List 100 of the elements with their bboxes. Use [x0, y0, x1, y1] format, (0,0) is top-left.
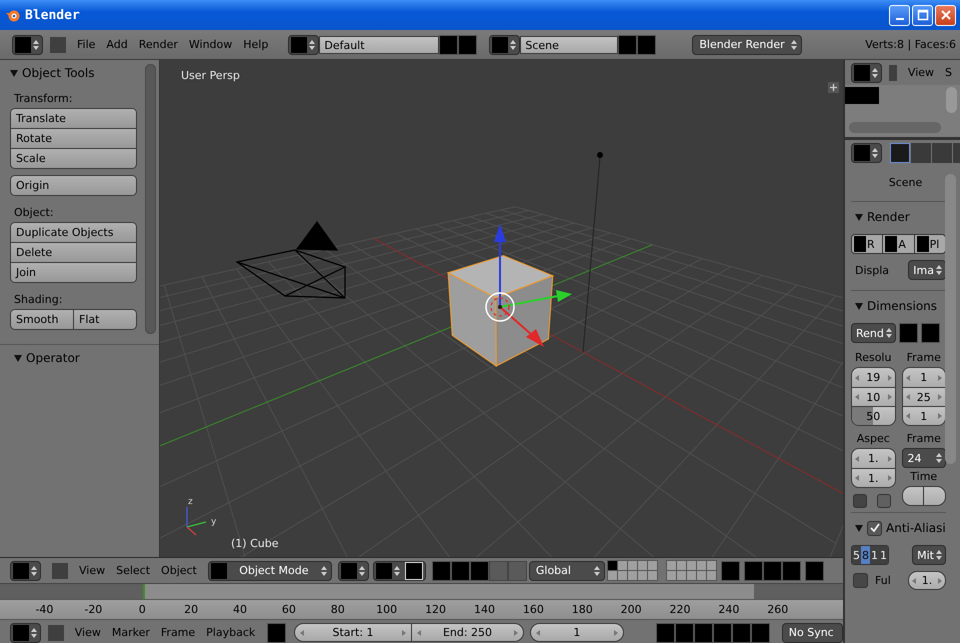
- start-frame-field[interactable]: Start: 1: [294, 623, 412, 642]
- panel-title[interactable]: Anti-Aliasi: [886, 521, 946, 535]
- editor-type-menu[interactable]: [12, 34, 43, 54]
- display-dropdown[interactable]: Ima: [908, 260, 946, 280]
- disclosure-triangle-icon[interactable]: [855, 213, 863, 221]
- screen-layout-menu[interactable]: [288, 34, 320, 54]
- layer-toggle[interactable]: [618, 571, 627, 580]
- collapse-menu-icon[interactable]: [48, 624, 64, 640]
- crop-toggle[interactable]: [877, 494, 891, 508]
- close-button[interactable]: [935, 4, 956, 26]
- tool-button[interactable]: Translate: [11, 109, 136, 128]
- collapse-menu-icon[interactable]: [889, 64, 897, 80]
- panel-title[interactable]: Render: [867, 210, 910, 224]
- next-keyframe-icon[interactable]: [732, 622, 751, 642]
- collapse-menu-icon[interactable]: [50, 36, 66, 52]
- editor-type-menu[interactable]: [851, 62, 882, 82]
- mode-dropdown[interactable]: Object Mode: [208, 560, 332, 580]
- sample-option[interactable]: 1: [879, 546, 888, 564]
- context-tab[interactable]: [890, 143, 910, 163]
- minimize-button[interactable]: [889, 4, 910, 26]
- remove-layout-icon[interactable]: [458, 34, 478, 54]
- aspect-field[interactable]: 1.: [852, 468, 894, 487]
- menu-item[interactable]: Add: [103, 38, 136, 51]
- rotate-manipulator-icon[interactable]: [470, 560, 489, 580]
- panel-title[interactable]: Dimensions: [867, 299, 938, 313]
- layer-toggle[interactable]: [686, 571, 696, 580]
- tool-button[interactable]: Flat: [73, 310, 136, 329]
- add-preset-icon[interactable]: [898, 323, 918, 343]
- filter-size-field[interactable]: 1.: [908, 571, 946, 590]
- play-reverse-icon[interactable]: [694, 622, 713, 642]
- previous-keyframe-icon[interactable]: [674, 622, 694, 642]
- collapse-menu-icon[interactable]: [52, 562, 68, 578]
- panel-title[interactable]: Object Tools: [22, 66, 94, 80]
- render-button[interactable]: R: [852, 235, 882, 253]
- jump-end-icon[interactable]: [750, 622, 770, 642]
- layer-toggle[interactable]: [666, 571, 676, 580]
- layer-toggle[interactable]: [628, 561, 637, 570]
- border-toggle[interactable]: [853, 494, 867, 508]
- preview-range-icon[interactable]: [267, 622, 286, 642]
- cube-drawing[interactable]: [446, 255, 554, 367]
- checkbox[interactable]: [867, 520, 882, 536]
- render-engine-dropdown[interactable]: Blender Render: [692, 34, 802, 54]
- scene-menu[interactable]: [489, 34, 520, 54]
- tool-button[interactable]: Scale: [11, 149, 136, 168]
- manipulator-option-icon[interactable]: [508, 560, 527, 580]
- pivot-point-menu[interactable]: [372, 560, 426, 580]
- aspect-field[interactable]: 1.: [852, 449, 894, 468]
- resolution-percent-slider[interactable]: 50: [852, 406, 894, 425]
- scrollbar[interactable]: [145, 64, 156, 334]
- menu-item[interactable]: Marker: [108, 626, 158, 639]
- current-frame-field[interactable]: 1: [530, 623, 624, 642]
- plus-icon[interactable]: [828, 82, 839, 93]
- layer-toggle[interactable]: [696, 571, 706, 580]
- frame-field[interactable]: 1: [902, 368, 945, 387]
- layer-toggle[interactable]: [686, 561, 696, 570]
- editor-type-menu[interactable]: [10, 560, 41, 580]
- layer-toggle[interactable]: [628, 571, 637, 580]
- frame-field[interactable]: 1: [902, 406, 945, 425]
- tool-button[interactable]: Origin: [11, 176, 136, 195]
- layer-toggle[interactable]: [676, 571, 686, 580]
- menu-item[interactable]: Object: [158, 564, 205, 577]
- remove-preset-icon[interactable]: [920, 323, 940, 343]
- end-frame-field[interactable]: End: 250: [412, 623, 524, 642]
- camera-drawing[interactable]: [236, 220, 347, 299]
- sync-dropdown[interactable]: No Sync: [782, 622, 843, 642]
- layer-toggle[interactable]: [676, 561, 686, 570]
- scrollbar[interactable]: [945, 174, 956, 464]
- layer-toggle[interactable]: [608, 561, 617, 570]
- layer-toggle[interactable]: [666, 561, 676, 570]
- scene-field[interactable]: Scene: [520, 36, 618, 54]
- lock-layer-icon[interactable]: [720, 560, 740, 580]
- remove-scene-icon[interactable]: [637, 34, 656, 54]
- orientation-dropdown[interactable]: Global: [528, 560, 605, 580]
- disclosure-triangle-icon[interactable]: [14, 354, 22, 362]
- sample-option[interactable]: 8: [861, 546, 870, 564]
- layer-toggle[interactable]: [618, 561, 627, 570]
- frame-ruler[interactable]: -40 -20 0 20 40 60 80 100 120 140 160 180 200 220 240 260: [0, 599, 843, 620]
- render-button[interactable]: A: [882, 235, 914, 253]
- play-icon[interactable]: [712, 622, 732, 642]
- maximize-button[interactable]: [912, 4, 933, 26]
- translate-manipulator-icon[interactable]: [450, 560, 470, 580]
- resolution-field[interactable]: 10: [852, 387, 894, 406]
- screen-layout-field[interactable]: Default: [319, 36, 440, 54]
- scale-manipulator-icon[interactable]: [488, 560, 508, 580]
- tool-button[interactable]: Rotate: [11, 129, 136, 148]
- editor-type-menu[interactable]: [10, 622, 41, 642]
- layer-toggle[interactable]: [648, 561, 657, 570]
- transform-gizmo-drawing[interactable]: [485, 224, 572, 347]
- manipulator-toggle-icon[interactable]: [432, 560, 451, 580]
- frame-rate-dropdown[interactable]: 24: [902, 448, 946, 468]
- frame-field[interactable]: 25: [902, 387, 945, 406]
- menu-item[interactable]: S: [942, 66, 960, 79]
- editor-type-menu[interactable]: [851, 143, 882, 163]
- tool-button[interactable]: Smooth: [11, 310, 73, 329]
- sample-option[interactable]: 5: [852, 546, 861, 564]
- checkbox[interactable]: [853, 573, 868, 588]
- disclosure-triangle-icon[interactable]: [10, 69, 18, 77]
- filter-dropdown[interactable]: Mit: [912, 545, 946, 565]
- menu-item[interactable]: Help: [240, 38, 276, 51]
- sample-option[interactable]: 1: [870, 546, 879, 564]
